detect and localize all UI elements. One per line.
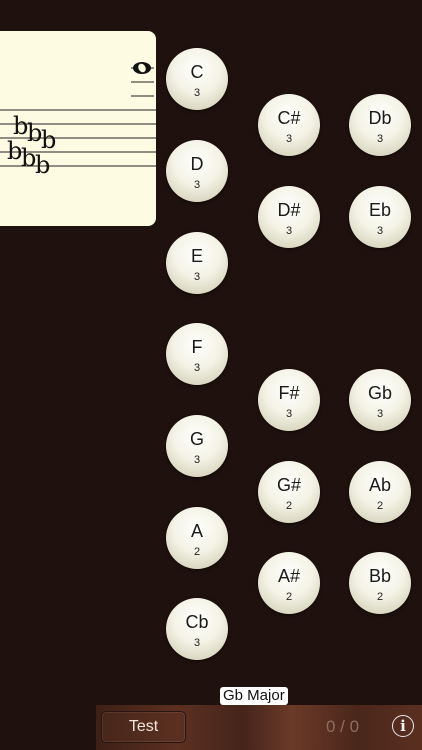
note-button-a-sharp[interactable]: A# 2 <box>258 552 320 614</box>
note-octave: 3 <box>285 225 293 237</box>
note-name: A <box>190 521 203 541</box>
note-name: Gb <box>367 383 392 403</box>
note-button-f[interactable]: F 3 <box>166 323 228 385</box>
note-name: Eb <box>368 200 392 220</box>
note-button-c[interactable]: C 3 <box>166 48 228 110</box>
note-name: G# <box>276 475 301 495</box>
key-signature-flats: b b b b b b <box>7 112 56 179</box>
staff-notation: b b b b b b <box>0 62 156 179</box>
note-button-d-flat[interactable]: Db 3 <box>349 94 411 156</box>
note-octave: 2 <box>376 591 384 603</box>
note-name: D <box>190 154 204 174</box>
note-octave: 3 <box>193 271 201 283</box>
note-name: E <box>190 246 203 266</box>
note-octave: 3 <box>285 408 293 420</box>
note-button-g[interactable]: G 3 <box>166 415 228 477</box>
note-octave: 3 <box>193 362 201 374</box>
note-octave: 2 <box>285 591 293 603</box>
note-button-a[interactable]: A 2 <box>166 507 228 569</box>
note-name: Db <box>368 108 392 128</box>
flat-sign: b <box>41 126 56 154</box>
flat-sign: b <box>35 151 50 179</box>
note-button-a-flat[interactable]: Ab 2 <box>349 461 411 523</box>
note-octave: 3 <box>193 179 201 191</box>
key-signature-label: Gb Major <box>220 687 288 705</box>
note-octave: 2 <box>285 500 293 512</box>
note-octave: 2 <box>193 546 201 558</box>
note-octave: 3 <box>193 637 201 649</box>
note-octave: 3 <box>376 133 384 145</box>
note-octave: 2 <box>376 500 384 512</box>
bottom-toolbar: Test 0 / 0 i <box>96 705 422 750</box>
note-button-e[interactable]: E 3 <box>166 232 228 294</box>
note-octave: 3 <box>193 87 201 99</box>
note-button-d-sharp[interactable]: D# 3 <box>258 186 320 248</box>
note-button-d[interactable]: D 3 <box>166 140 228 202</box>
note-name: Ab <box>368 475 392 495</box>
score-counter: 0 / 0 <box>326 717 360 736</box>
whole-note-icon <box>133 62 151 74</box>
note-button-c-sharp[interactable]: C# 3 <box>258 94 320 156</box>
note-octave: 3 <box>376 225 384 237</box>
test-button[interactable]: Test <box>101 711 186 743</box>
note-octave: 3 <box>376 408 384 420</box>
note-name: C# <box>277 108 301 128</box>
note-button-g-sharp[interactable]: G# 2 <box>258 461 320 523</box>
note-name: Cb <box>185 612 209 632</box>
note-name: F <box>191 337 203 357</box>
note-name: Bb <box>368 566 392 586</box>
note-button-g-flat[interactable]: Gb 3 <box>349 369 411 431</box>
note-octave: 3 <box>285 133 293 145</box>
note-name: G <box>189 429 204 449</box>
note-button-f-sharp[interactable]: F# 3 <box>258 369 320 431</box>
note-name: D# <box>277 200 301 220</box>
note-name: A# <box>277 566 301 586</box>
note-name: F# <box>278 383 300 403</box>
note-button-e-flat[interactable]: Eb 3 <box>349 186 411 248</box>
note-button-cb[interactable]: Cb 3 <box>166 598 228 660</box>
staff-card: b b b b b b <box>0 31 156 226</box>
info-icon[interactable]: i <box>392 715 414 737</box>
note-button-b-flat[interactable]: Bb 2 <box>349 552 411 614</box>
note-name: C <box>190 62 204 82</box>
note-octave: 3 <box>193 454 201 466</box>
